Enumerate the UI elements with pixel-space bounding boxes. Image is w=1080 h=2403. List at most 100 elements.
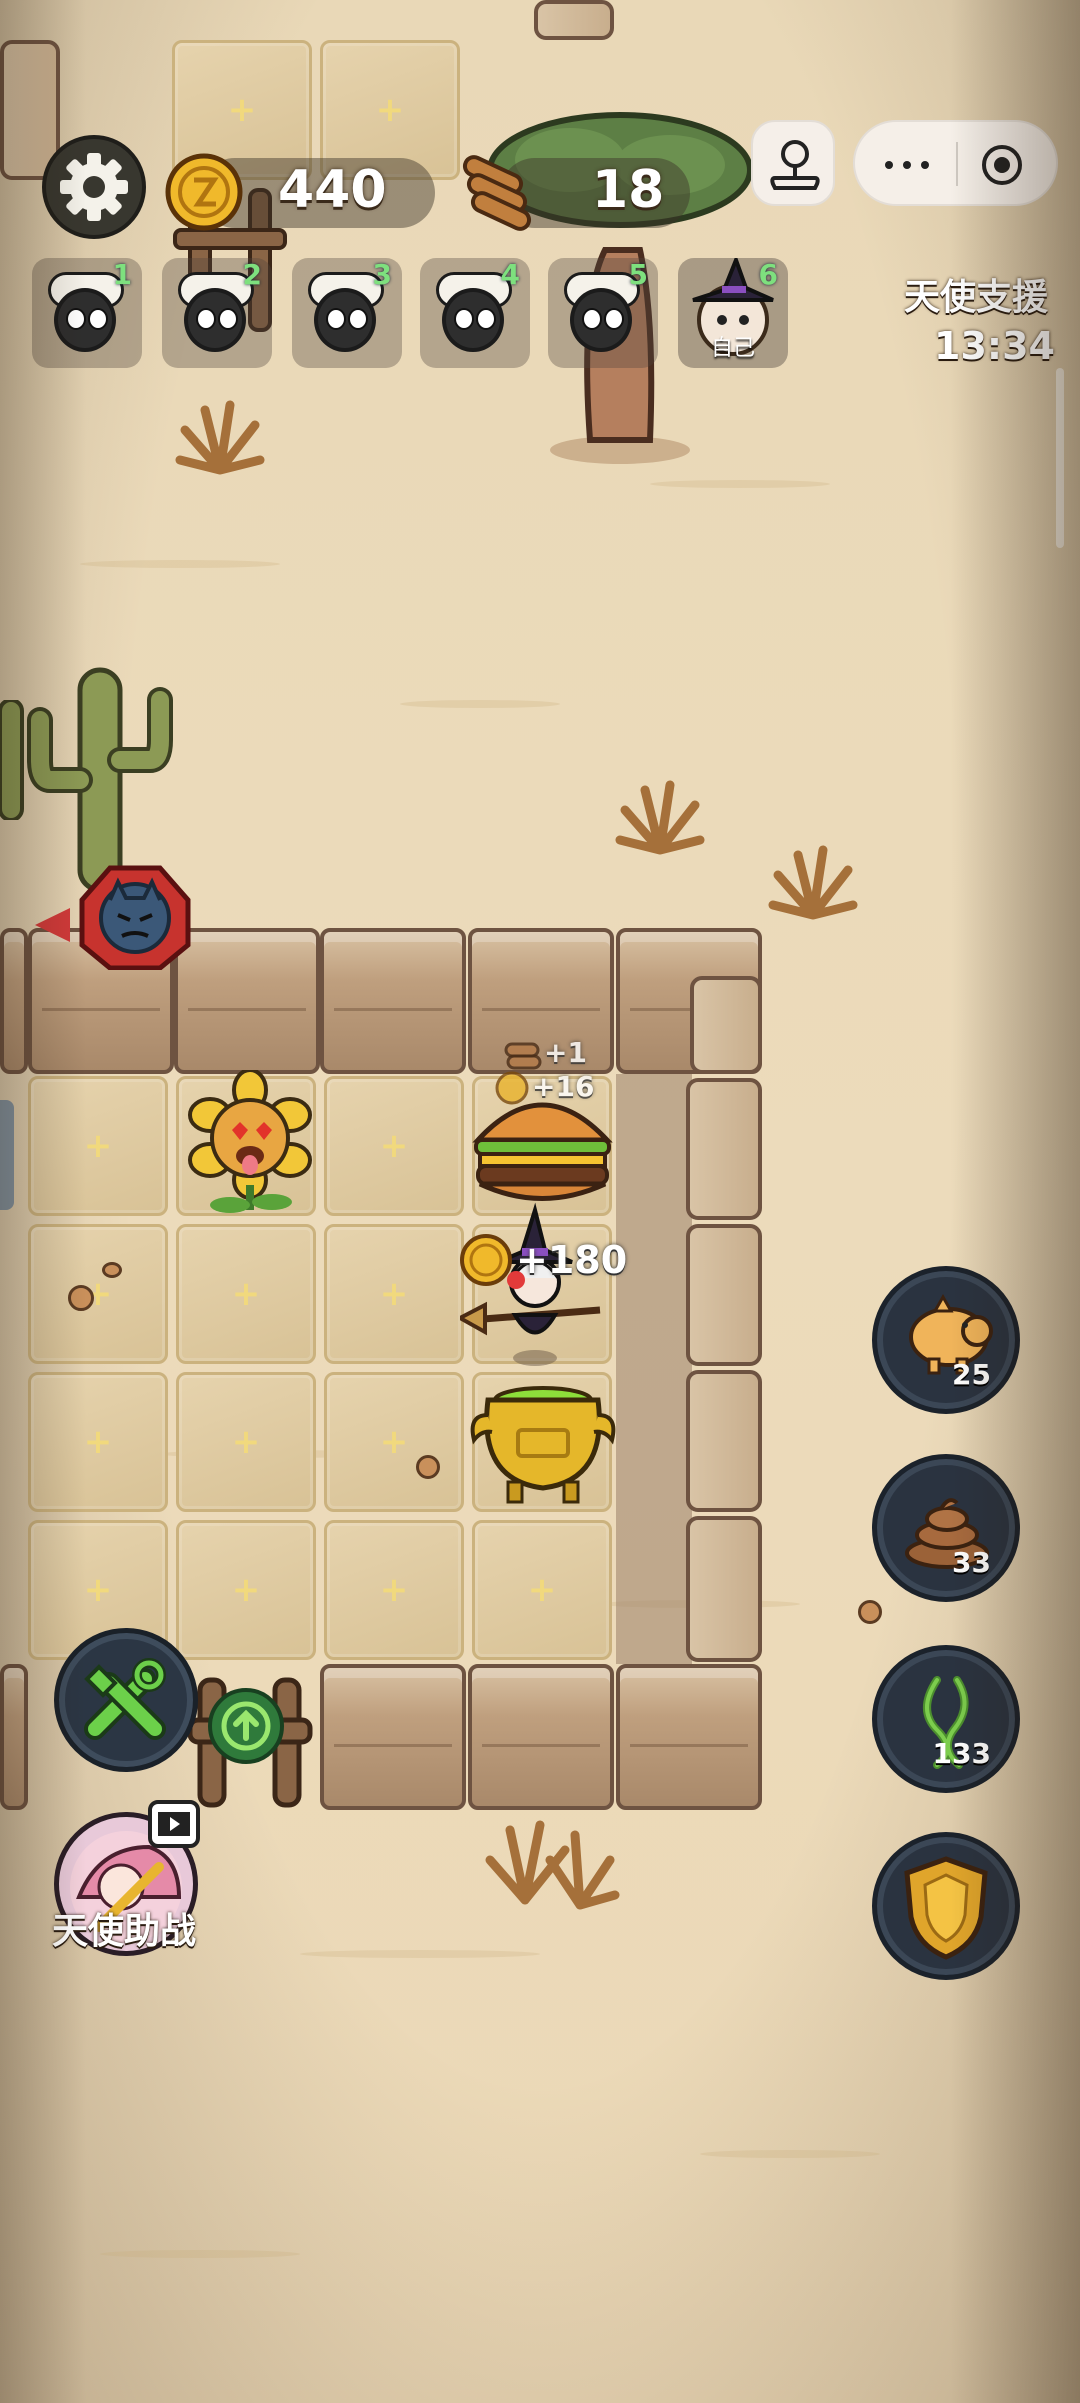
pebble xyxy=(416,1455,440,1479)
burger-item[interactable] xyxy=(470,1085,615,1215)
cauldron-item[interactable] xyxy=(468,1370,618,1510)
tools-icon xyxy=(84,1658,166,1740)
player-number: 6 xyxy=(758,258,778,291)
stone-wall xyxy=(686,1370,762,1512)
grid-tile[interactable]: + xyxy=(176,1372,316,1512)
plus-icon: + xyxy=(379,1274,409,1314)
piggy-count: 25 xyxy=(952,1358,991,1391)
sand-ripple xyxy=(400,700,560,708)
plus-icon: + xyxy=(83,1126,113,1166)
coin-count: 440 xyxy=(278,160,387,220)
settings-button[interactable] xyxy=(42,135,146,239)
player-number: 1 xyxy=(112,258,132,291)
build-button[interactable] xyxy=(54,1628,198,1772)
eye xyxy=(218,308,238,330)
coin-icon xyxy=(165,153,243,231)
close-button[interactable] xyxy=(977,140,1027,190)
poop-count: 33 xyxy=(952,1546,991,1579)
angel-help-label: 天使助战 xyxy=(52,1911,197,1952)
eye xyxy=(582,308,602,330)
plus-icon: + xyxy=(83,1422,113,1462)
grid-tile[interactable]: + xyxy=(472,1520,612,1660)
dot xyxy=(885,161,893,169)
arrow-up-icon xyxy=(221,1701,271,1751)
player-avatar[interactable]: 1 xyxy=(32,258,142,368)
stone-wall xyxy=(0,928,28,1074)
grid-tile[interactable]: + xyxy=(28,1076,168,1216)
eye xyxy=(476,308,496,330)
stone-wall xyxy=(616,1664,762,1810)
player-avatar-self[interactable]: 6 自己 xyxy=(678,258,788,368)
scrollbar[interactable] xyxy=(1056,368,1064,548)
dry-grass xyxy=(175,400,265,475)
pebble xyxy=(68,1285,94,1311)
wood-icon xyxy=(504,1042,542,1070)
coin-icon xyxy=(495,1071,529,1105)
plus-icon: + xyxy=(231,1274,261,1314)
grid-tile[interactable]: + xyxy=(324,1224,464,1364)
player-avatar[interactable]: 5 xyxy=(548,258,658,368)
gear-icon xyxy=(60,153,128,221)
joystick-icon xyxy=(770,140,820,190)
grid-tile[interactable]: + xyxy=(324,1520,464,1660)
coin-gain-text: +16 xyxy=(532,1070,595,1103)
grid-tile[interactable]: + xyxy=(28,1372,168,1512)
shield-icon xyxy=(904,1856,988,1960)
plus-icon: + xyxy=(379,1570,409,1610)
stone-wall xyxy=(686,1224,762,1366)
sand-ripple xyxy=(650,480,830,488)
video-icon xyxy=(158,1812,190,1836)
stone-wall xyxy=(320,1664,466,1810)
stone-wall xyxy=(534,0,614,40)
player-avatar[interactable]: 3 xyxy=(292,258,402,368)
pebble xyxy=(858,1600,882,1624)
grid-tile[interactable]: + xyxy=(324,1076,464,1216)
cactus xyxy=(0,700,24,820)
plus-icon: + xyxy=(83,1570,113,1610)
sand-ripple xyxy=(300,1950,540,1958)
grid-tile[interactable]: + xyxy=(176,1520,316,1660)
enemy-indicator[interactable] xyxy=(30,860,200,970)
sunflower-plant[interactable] xyxy=(180,1070,320,1220)
angel-support-timer: 13:34 xyxy=(934,324,1055,368)
miniprogram-capsule xyxy=(853,120,1058,206)
grid-tile[interactable]: + xyxy=(28,1224,168,1364)
target-icon xyxy=(982,145,1022,185)
dry-grass xyxy=(768,845,858,920)
more-button[interactable] xyxy=(875,145,939,185)
plus-icon: + xyxy=(375,90,405,130)
plus-icon: + xyxy=(379,1422,409,1462)
stone-wall xyxy=(690,976,762,1074)
dry-grass xyxy=(615,780,705,855)
joystick-button[interactable] xyxy=(751,120,835,206)
dot xyxy=(903,161,911,169)
poop-button[interactable]: 33 xyxy=(872,1454,1020,1602)
player-self-label: 自己 xyxy=(710,336,755,361)
plus-icon: + xyxy=(379,1126,409,1166)
shield-button[interactable] xyxy=(872,1832,1020,1980)
plus-icon: + xyxy=(227,90,257,130)
player-avatar[interactable]: 2 xyxy=(162,258,272,368)
poop-icon xyxy=(905,1498,989,1569)
thorn-vine-button[interactable]: 133 xyxy=(872,1645,1020,1793)
stone-wall xyxy=(320,928,466,1074)
pebble xyxy=(102,1262,122,1278)
eye xyxy=(348,308,368,330)
offscreen-character xyxy=(0,1100,14,1210)
sand-ripple xyxy=(100,2250,300,2258)
eye xyxy=(196,308,216,330)
plus-icon: + xyxy=(231,1570,261,1610)
player-number: 3 xyxy=(372,258,392,291)
video-ad-badge xyxy=(148,1800,200,1848)
grid-tile[interactable]: + xyxy=(324,1372,464,1512)
eye xyxy=(604,308,624,330)
sand-ripple xyxy=(700,2150,880,2158)
stone-wall xyxy=(686,1516,762,1662)
upgrade-button[interactable] xyxy=(208,1688,284,1764)
grid-tile[interactable]: + xyxy=(176,1224,316,1364)
sand-ripple xyxy=(80,560,280,568)
player-avatar[interactable]: 4 xyxy=(420,258,530,368)
piggy-bank-button[interactable]: 25 xyxy=(872,1266,1020,1414)
vine-count: 133 xyxy=(932,1737,991,1770)
coin-icon xyxy=(460,1234,512,1286)
